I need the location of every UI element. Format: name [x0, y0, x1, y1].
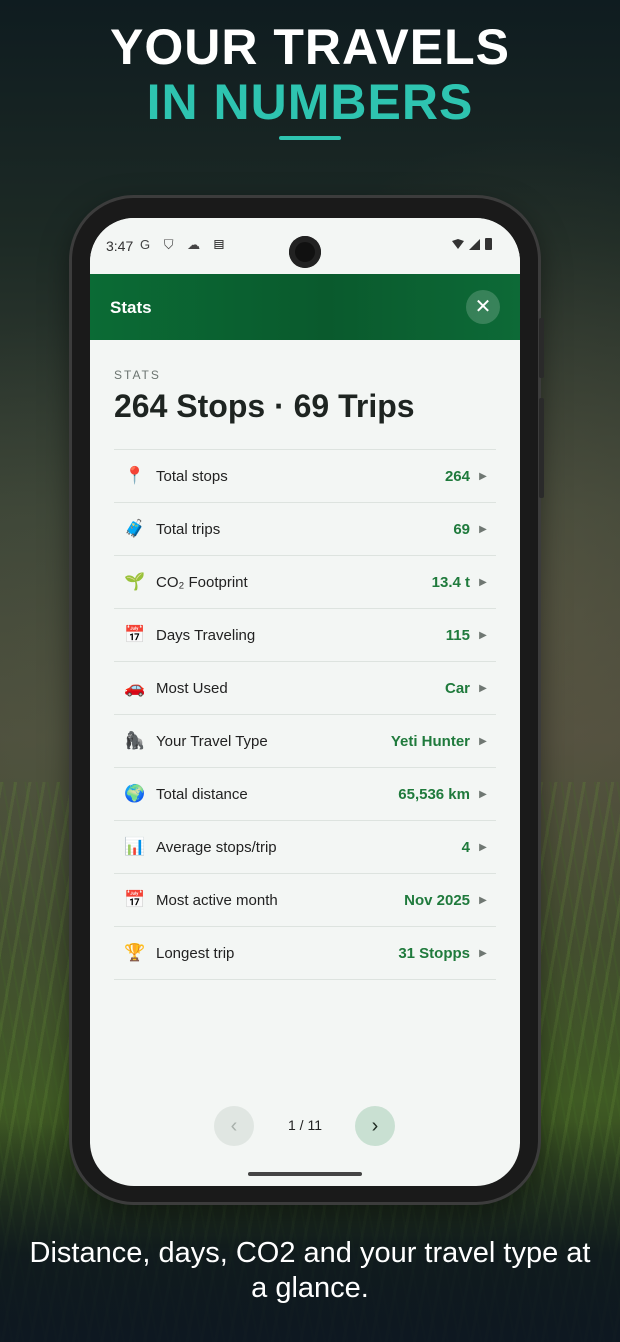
stat-value: 65,536 km [398, 785, 470, 803]
wifi-icon [452, 239, 464, 249]
next-page-button[interactable]: › [355, 1106, 395, 1146]
play-arrow-icon: ▶ [479, 576, 487, 588]
play-arrow-icon: ▶ [479, 682, 487, 694]
play-arrow-icon: ▶ [479, 894, 487, 906]
play-arrow-icon: ▶ [479, 947, 487, 959]
pin-icon: 📍 [124, 466, 146, 485]
phone-frame: 3:47 G ⛉ ☁ ▤ Stats ✕ STATS 264 Stops · 6… [72, 198, 544, 1202]
car-icon: 🚗 [124, 678, 146, 697]
stat-label: Total stops [156, 467, 228, 485]
stat-label: Your Travel Type [156, 732, 268, 750]
stat-row-total-trips[interactable]: 🧳 Total trips 69 ▶ [114, 503, 496, 556]
calendar-icon: 📅 [124, 890, 146, 909]
stat-label: Days Traveling [156, 626, 256, 644]
stat-row-total-stops[interactable]: 📍 Total stops 264 ▶ [114, 450, 496, 503]
caption: Distance, days, CO2 and your travel type… [29, 1237, 591, 1304]
yeti-icon: 🦍 [124, 731, 146, 750]
stats-content: STATS 264 Stops · 69 Trips 📍 Total stops… [90, 340, 520, 980]
previous-page-button[interactable]: ‹ [214, 1106, 254, 1146]
stat-label: Most active month [156, 891, 278, 909]
headline: YOUR TRAVELS IN NUMBERS [0, 20, 620, 140]
signal-icon [469, 238, 480, 250]
seedling-icon: 🌱 [124, 572, 146, 591]
headline-underline [279, 136, 341, 140]
stats-list: 📍 Total stops 264 ▶ 🧳 Total trips 69 ▶ 🌱… [114, 449, 496, 980]
home-indicator[interactable] [248, 1172, 362, 1176]
close-icon: ✕ [474, 296, 492, 318]
chevron-left-icon: ‹ [230, 1115, 238, 1137]
stat-value: 13.4 t [431, 573, 470, 591]
stat-row-travel-type[interactable]: 🦍 Your Travel Type Yeti Hunter ▶ [114, 715, 496, 768]
luggage-icon: 🧳 [124, 519, 146, 538]
battery-icon [485, 238, 492, 250]
stat-value: 115 [445, 626, 470, 644]
play-arrow-icon: ▶ [479, 735, 487, 747]
headline-line1: YOUR TRAVELS [110, 19, 510, 75]
page-title: Stats [110, 298, 152, 317]
stat-label: Total distance [156, 785, 248, 803]
chevron-right-icon: › [371, 1115, 379, 1137]
status-system-icons [452, 238, 492, 250]
status-time: 3:47 [106, 238, 134, 254]
stat-value: Car [444, 679, 470, 697]
close-button[interactable]: ✕ [466, 290, 500, 324]
stat-value: 264 [444, 467, 470, 485]
stat-row-longest-trip[interactable]: 🏆 Longest trip 31 Stopps ▶ [114, 927, 496, 980]
headline-line2: IN NUMBERS [146, 74, 474, 130]
pager: ‹ 1 / 11 › [90, 1106, 520, 1146]
trophy-icon: 🏆 [124, 943, 146, 962]
stats-summary: 264 Stops · 69 Trips [114, 388, 415, 424]
app-bar: Stats ✕ [90, 274, 520, 340]
power-button [539, 318, 544, 378]
status-notification-icons: G ⛉ ☁ ▤ [140, 237, 230, 252]
section-overline: STATS [114, 368, 161, 382]
stat-label: Average stops/trip [156, 838, 277, 856]
stat-value: Nov 2025 [404, 891, 470, 909]
volume-button [539, 398, 544, 498]
stat-row-average-stops[interactable]: 📊 Average stops/trip 4 ▶ [114, 821, 496, 874]
play-arrow-icon: ▶ [479, 788, 487, 800]
bar-chart-icon: 📊 [124, 837, 146, 856]
page-counter: 1 / 11 [288, 1117, 322, 1133]
stat-value: 31 Stopps [398, 944, 470, 962]
play-arrow-icon: ▶ [479, 629, 487, 641]
globe-icon: 🌍 [124, 784, 146, 803]
stat-label: Total trips [156, 520, 221, 538]
calendar-icon: 📅 [124, 625, 146, 644]
phone-screen: 3:47 G ⛉ ☁ ▤ Stats ✕ STATS 264 Stops · 6… [90, 218, 520, 1186]
stat-value: Yeti Hunter [390, 732, 470, 750]
stat-label: CO₂ Footprint [156, 573, 248, 591]
play-arrow-icon: ▶ [479, 841, 487, 853]
stat-label: Most Used [156, 679, 228, 697]
stat-row-total-distance[interactable]: 🌍 Total distance 65,536 km ▶ [114, 768, 496, 821]
camera-icon [289, 236, 321, 268]
status-bar: 3:47 G ⛉ ☁ ▤ [90, 218, 520, 274]
play-arrow-icon: ▶ [479, 523, 487, 535]
stat-value: 69 [453, 520, 470, 538]
stat-label: Longest trip [156, 944, 235, 962]
stat-row-co2-footprint[interactable]: 🌱 CO₂ Footprint 13.4 t ▶ [114, 556, 496, 609]
stat-row-days-traveling[interactable]: 📅 Days Traveling 115 ▶ [114, 609, 496, 662]
stat-value: 4 [461, 838, 470, 856]
stat-row-most-active-month[interactable]: 📅 Most active month Nov 2025 ▶ [114, 874, 496, 927]
stat-row-most-used[interactable]: 🚗 Most Used Car ▶ [114, 662, 496, 715]
play-arrow-icon: ▶ [479, 470, 487, 482]
